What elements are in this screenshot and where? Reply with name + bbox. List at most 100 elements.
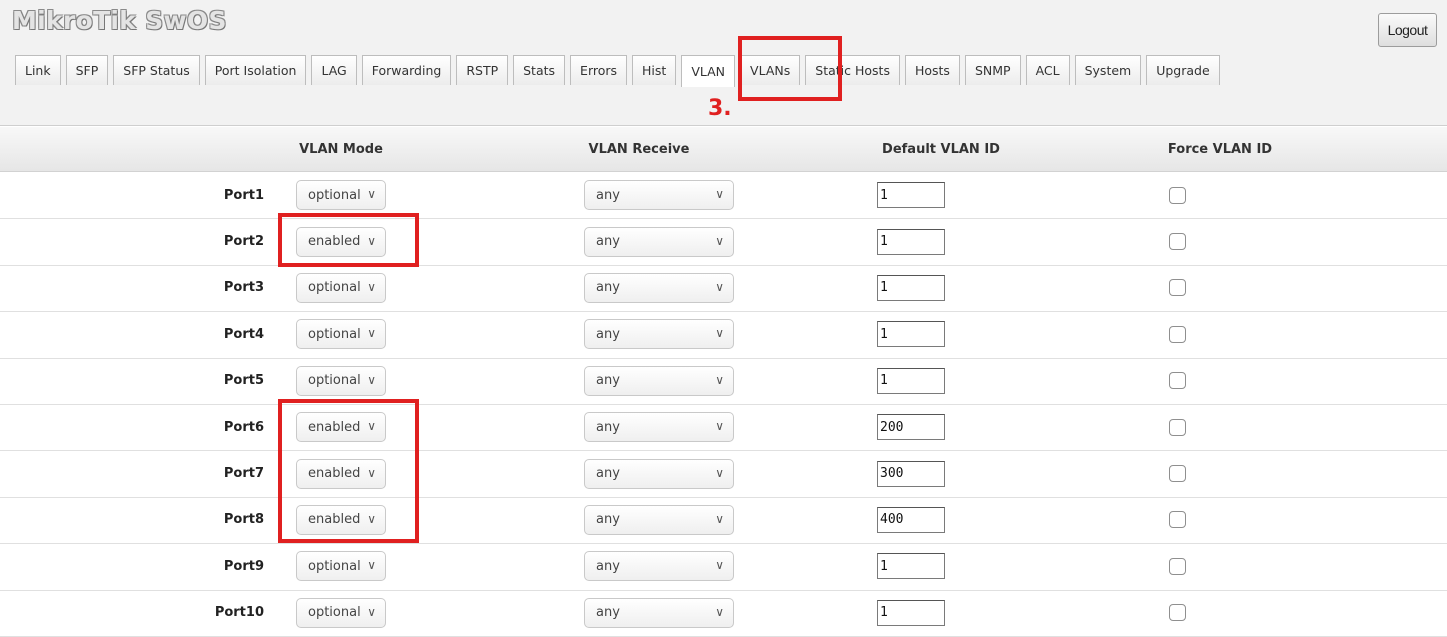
default-vlan-id-input[interactable]: 1 — [877, 599, 945, 626]
force-vlan-id-checkbox[interactable] — [1169, 604, 1186, 622]
tab-rstp[interactable]: RSTP — [456, 55, 509, 85]
port-label: Port9 — [223, 558, 264, 574]
tab-snmp[interactable]: SNMP — [964, 55, 1021, 85]
default-vlan-id-input[interactable]: 300 — [877, 460, 945, 487]
vlan-receive-value: any — [596, 419, 620, 435]
default-vlan-id-input[interactable]: 1 — [877, 182, 945, 209]
tab-link[interactable]: Link — [15, 55, 61, 85]
chevron-down-icon: ∨ — [715, 187, 724, 202]
chevron-down-icon: ∨ — [367, 326, 376, 341]
step-label: 3. — [708, 96, 732, 121]
vlan-mode-value: optional — [308, 605, 361, 621]
vlan-receive-value: any — [596, 466, 620, 482]
vlan-receive-select[interactable]: any ∨ — [584, 551, 734, 582]
default-vlan-id-input[interactable]: 1 — [877, 321, 945, 348]
default-vlan-id-input[interactable]: 1 — [877, 228, 945, 255]
force-vlan-id-checkbox[interactable] — [1169, 557, 1186, 575]
header-default-vlan-id: Default VLAN ID — [882, 141, 1000, 157]
vlan-mode-value: optional — [308, 326, 361, 342]
vlan-receive-value: any — [596, 373, 620, 389]
vlan-mode-select[interactable]: optional ∨ — [296, 597, 386, 628]
vlan-receive-select[interactable]: any ∨ — [584, 226, 734, 257]
vlan-receive-value: any — [596, 234, 620, 250]
tab-stats[interactable]: Stats — [513, 55, 566, 85]
table-row: Port3 optional ∨ any ∨ 1 — [0, 265, 1447, 313]
vlan-receive-select[interactable]: any ∨ — [584, 412, 734, 443]
tab-errors[interactable]: Errors — [570, 55, 628, 85]
vlan-mode-select[interactable]: optional ∨ — [296, 365, 386, 396]
port-label: Port1 — [223, 187, 264, 203]
chevron-down-icon: ∨ — [367, 558, 376, 573]
table-row: Port9 optional ∨ any ∨ 1 — [0, 543, 1447, 591]
tab-hist[interactable]: Hist — [632, 55, 677, 85]
tab-acl[interactable]: ACL — [1025, 55, 1070, 85]
header-vlan-receive: VLAN Receive — [588, 141, 690, 157]
vlan-receive-value: any — [596, 187, 620, 203]
vlan-mode-value: optional — [308, 280, 361, 296]
force-vlan-id-checkbox[interactable] — [1169, 465, 1186, 483]
vlan-receive-select[interactable]: any ∨ — [584, 272, 734, 303]
table-row: Port1 optional ∨ any ∨ 1 — [0, 172, 1447, 220]
port-label: Port2 — [223, 234, 264, 250]
chevron-down-icon: ∨ — [715, 558, 724, 573]
force-vlan-id-checkbox[interactable] — [1169, 233, 1186, 251]
port-label: Port6 — [223, 419, 264, 435]
tab-vlan[interactable]: VLAN — [681, 55, 736, 87]
tab-bar: Link SFP SFP Status Port Isolation LAG Forwar… — [15, 55, 1225, 87]
default-vlan-id-input[interactable]: 1 — [877, 274, 945, 301]
port-label: Port4 — [223, 326, 264, 342]
vlan-receive-select[interactable]: any ∨ — [584, 597, 734, 628]
vlan-receive-select[interactable]: any ∨ — [584, 458, 734, 489]
tab-forwarding[interactable]: Forwarding — [361, 55, 452, 85]
chevron-down-icon: ∨ — [715, 233, 724, 248]
logout-button[interactable]: Logout — [1378, 13, 1437, 47]
port-label: Port5 — [223, 373, 264, 389]
force-vlan-id-checkbox[interactable] — [1169, 279, 1186, 297]
vlan-mode-value: optional — [308, 558, 361, 574]
port-label: Port3 — [223, 280, 264, 296]
vlan-receive-value: any — [596, 512, 620, 528]
vlan-mode-select[interactable]: optional ∨ — [296, 272, 386, 303]
tab-hosts[interactable]: Hosts — [904, 55, 960, 85]
app-logo: MikroTik SwOS — [12, 6, 227, 35]
chevron-down-icon: ∨ — [367, 372, 376, 387]
vlan-tab-highlight — [738, 36, 842, 101]
port6-8-highlight — [278, 399, 419, 543]
tab-sfp[interactable]: SFP — [65, 55, 109, 85]
vlan-mode-select[interactable]: optional ∨ — [296, 180, 386, 211]
force-vlan-id-checkbox[interactable] — [1169, 511, 1186, 529]
vlan-mode-value: optional — [308, 373, 361, 389]
tab-lag[interactable]: LAG — [311, 55, 357, 85]
port2-highlight — [278, 213, 419, 267]
force-vlan-id-checkbox[interactable] — [1169, 186, 1186, 204]
table-row: Port10 optional ∨ any ∨ 1 — [0, 590, 1447, 637]
force-vlan-id-checkbox[interactable] — [1169, 325, 1186, 343]
vlan-mode-select[interactable]: optional ∨ — [296, 551, 386, 582]
table-row: Port6 enabled ∨ any ∨ 200 — [0, 404, 1447, 452]
vlan-receive-select[interactable]: any ∨ — [584, 504, 734, 535]
port-label: Port8 — [223, 512, 264, 528]
tab-upgrade[interactable]: Upgrade — [1146, 55, 1220, 85]
vlan-receive-select[interactable]: any ∨ — [584, 319, 734, 350]
vlan-receive-value: any — [596, 326, 620, 342]
vlan-receive-select[interactable]: any ∨ — [584, 365, 734, 396]
tab-port-isolation[interactable]: Port Isolation — [204, 55, 307, 85]
default-vlan-id-input[interactable]: 1 — [877, 553, 945, 580]
vlan-receive-select[interactable]: any ∨ — [584, 180, 734, 211]
chevron-down-icon: ∨ — [367, 187, 376, 202]
tab-sfp-status[interactable]: SFP Status — [113, 55, 200, 85]
default-vlan-id-input[interactable]: 400 — [877, 506, 945, 533]
chevron-down-icon: ∨ — [715, 279, 724, 294]
vlan-receive-value: any — [596, 605, 620, 621]
default-vlan-id-input[interactable]: 200 — [877, 414, 945, 441]
table-row: Port7 enabled ∨ any ∨ 300 — [0, 450, 1447, 498]
vlan-mode-select[interactable]: optional ∨ — [296, 319, 386, 350]
port-label: Port7 — [223, 466, 264, 482]
force-vlan-id-checkbox[interactable] — [1169, 372, 1186, 390]
table-row: Port8 enabled ∨ any ∨ 400 — [0, 497, 1447, 545]
force-vlan-id-checkbox[interactable] — [1169, 418, 1186, 436]
tab-system[interactable]: System — [1074, 55, 1142, 85]
chevron-down-icon: ∨ — [715, 604, 724, 619]
default-vlan-id-input[interactable]: 1 — [877, 367, 945, 394]
vlan-receive-value: any — [596, 558, 620, 574]
